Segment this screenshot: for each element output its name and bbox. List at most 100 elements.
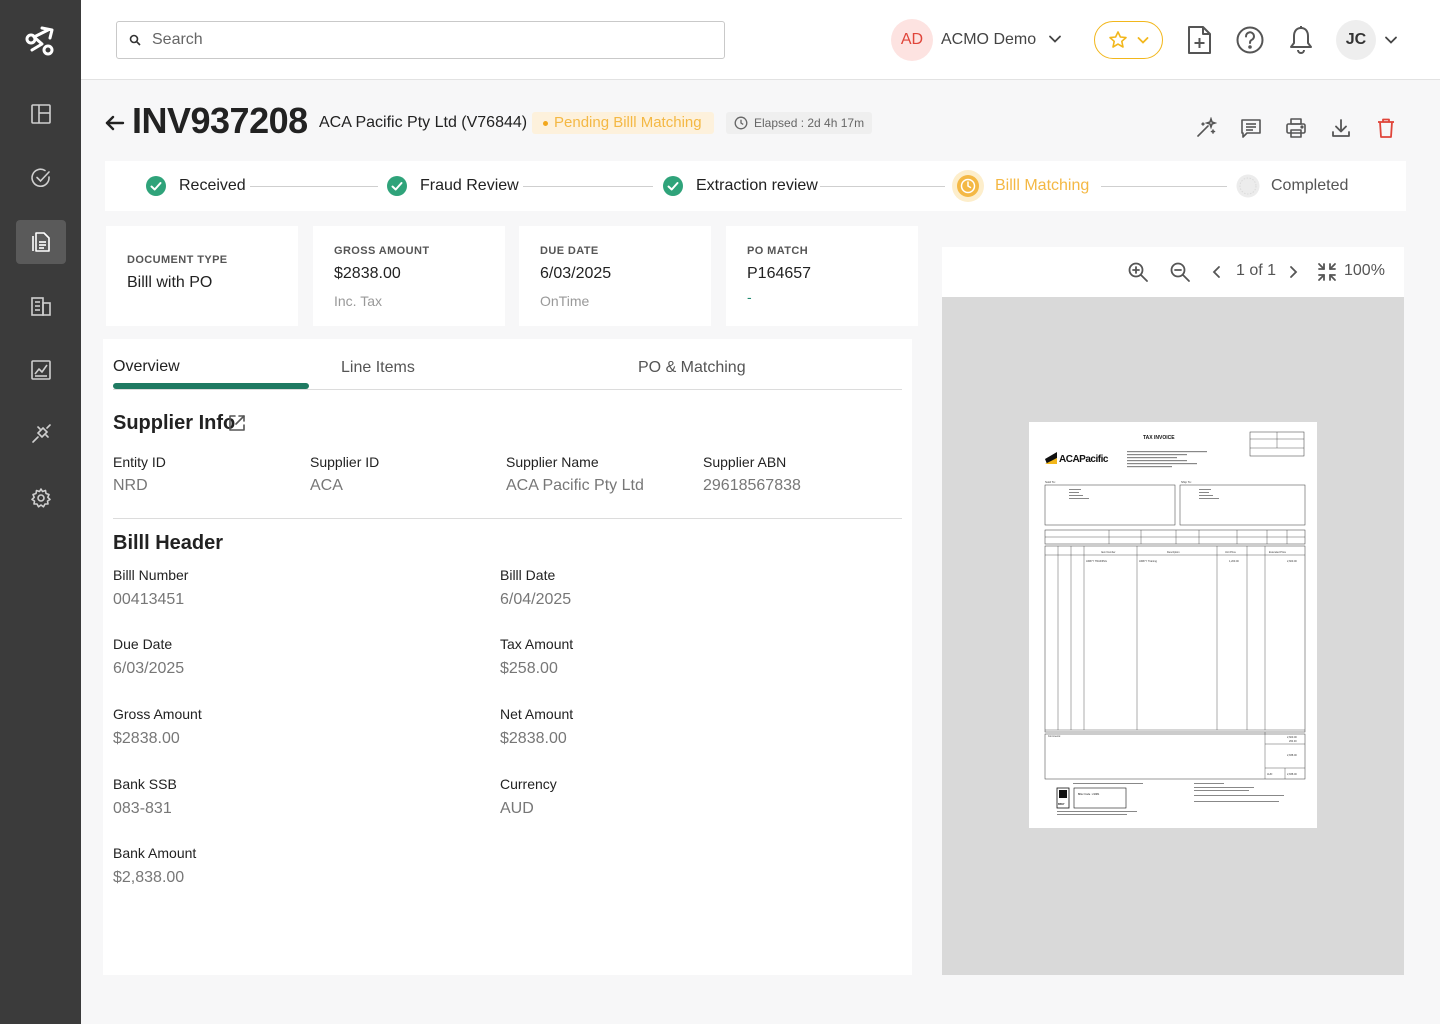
doc-ship-to: Ship To:: [1181, 480, 1192, 484]
invoice-preview-image: TAX INVOICE ACAPacific Sold To: Ship To:: [1044, 431, 1306, 815]
step-fraud-review: Fraud Review: [387, 161, 519, 211]
card-label: Due date: [540, 245, 599, 257]
summary-card-po-match: PO Match P164657 -: [726, 226, 918, 326]
supplier-info-title: Supplier Info: [113, 412, 236, 434]
sidebar-item-tasks[interactable]: [16, 156, 66, 200]
field-value: $258.00: [500, 660, 558, 677]
step-received: Received: [146, 161, 246, 211]
step-bill-matching: Billl Matching: [951, 161, 1089, 211]
card-subtext: Inc. Tax: [334, 293, 382, 309]
step-connector: [523, 186, 653, 187]
elapsed-badge: Elapsed : 2d 4h 17m: [726, 112, 873, 134]
field-label: Currency: [500, 776, 557, 792]
invoice-preview-page[interactable]: TAX INVOICE ACAPacific Sold To: Ship To:: [1029, 422, 1317, 828]
field-value: $2838.00: [500, 730, 567, 747]
organizations-icon: [31, 297, 51, 316]
print-icon[interactable]: [1285, 117, 1307, 139]
field-label: Supplier ID: [310, 454, 380, 470]
document-viewer: 1 of 1 100% TAX INVOICE ACAPacific Sold …: [942, 247, 1404, 975]
doc-col-ext: Extended Price: [1269, 551, 1287, 554]
field-label: Entity ID: [113, 454, 166, 470]
delete-icon[interactable]: [1375, 117, 1397, 139]
sidebar-item-documents[interactable]: [16, 220, 66, 264]
user-avatar[interactable]: JC: [1336, 20, 1376, 60]
summary-card-document-type: Document type Billl with PO: [106, 226, 298, 326]
doc-currency: AUD: [1267, 773, 1272, 776]
doc-bpay: BPAY: [1058, 803, 1065, 806]
back-arrow-icon[interactable]: [104, 112, 126, 134]
download-icon[interactable]: [1330, 117, 1352, 139]
top-bar: AD ACMO Demo JC: [81, 0, 1440, 80]
reports-icon: [31, 360, 51, 380]
app-logo-icon[interactable]: [22, 22, 58, 58]
card-label: Document type: [127, 254, 228, 266]
tab-line-items[interactable]: Line Items: [341, 359, 415, 377]
sidebar-item-reports[interactable]: [16, 348, 66, 392]
field-value: ACA: [310, 477, 343, 494]
zoom-in-icon[interactable]: [1127, 261, 1149, 283]
chevron-down-icon[interactable]: [1383, 32, 1399, 48]
clock-icon: [734, 116, 748, 130]
documents-icon: [32, 232, 50, 252]
doc-total: 2,838.00: [1287, 754, 1297, 757]
star-icon: [1108, 31, 1127, 48]
check-circle-icon: [387, 176, 407, 196]
sidebar-item-integrations[interactable]: [16, 412, 66, 456]
search-box[interactable]: [116, 21, 725, 59]
section-divider: [113, 518, 902, 519]
card-subtext: -: [747, 289, 752, 305]
bill-header-title: Billl Header: [113, 532, 224, 554]
field-value: AUD: [500, 800, 534, 817]
new-document-icon[interactable]: [1183, 24, 1215, 56]
elapsed-text: Elapsed : 2d 4h 17m: [754, 116, 865, 130]
step-connector: [820, 186, 945, 187]
org-name[interactable]: ACMO Demo: [941, 31, 1036, 49]
search-input[interactable]: [152, 31, 724, 49]
tabs-divider: [113, 389, 902, 390]
supplier-subtitle: ACA Pacific Pty Ltd (V76844): [319, 114, 528, 131]
tab-po-matching[interactable]: PO & Matching: [638, 359, 746, 377]
chevron-down-icon: [1137, 37, 1148, 44]
sidebar-item-organizations[interactable]: [16, 284, 66, 328]
doc-col-unit: Unit Price: [1225, 551, 1236, 554]
ai-sparkle-icon[interactable]: [1195, 117, 1217, 139]
doc-subtotal: 2,600.00: [1287, 736, 1297, 739]
field-label: Due Date: [113, 636, 173, 652]
notification-bell-icon[interactable]: [1285, 24, 1317, 56]
comment-icon[interactable]: [1240, 117, 1262, 139]
favorite-button[interactable]: [1094, 21, 1163, 59]
check-circle-icon: [663, 176, 683, 196]
chevron-right-icon[interactable]: [1284, 261, 1302, 283]
step-label: Completed: [1271, 177, 1349, 194]
step-connector: [250, 186, 378, 187]
sidebar-item-dashboard[interactable]: [16, 92, 66, 136]
sidebar-item-settings[interactable]: [16, 476, 66, 520]
step-connector: [1101, 186, 1227, 187]
field-value: 00413451: [113, 591, 185, 608]
details-panel: Overview Line Items PO & Matching Suppli…: [103, 339, 912, 975]
doc-row-ext: 2,600.00: [1287, 560, 1297, 563]
chevron-down-icon[interactable]: [1047, 31, 1063, 47]
doc-total-due: 2,838.00: [1287, 773, 1297, 776]
card-value: Billl with PO: [127, 274, 213, 291]
fit-screen-icon[interactable]: [1316, 261, 1338, 283]
chevron-left-icon[interactable]: [1208, 261, 1226, 283]
help-icon[interactable]: [1234, 24, 1266, 56]
doc-sold-to: Sold To:: [1045, 480, 1056, 484]
card-label: PO Match: [747, 245, 809, 257]
step-label: Fraud Review: [420, 177, 519, 194]
workflow-stepper: Received Fraud Review Extraction review …: [105, 161, 1406, 211]
page-title: INV937208: [132, 100, 308, 141]
zoom-out-icon[interactable]: [1169, 261, 1191, 283]
field-label: Bank Amount: [113, 845, 197, 861]
viewer-toolbar: 1 of 1 100%: [942, 247, 1404, 297]
settings-icon: [31, 488, 51, 508]
tab-overview[interactable]: Overview: [113, 358, 180, 376]
step-label: Extraction review: [696, 177, 818, 194]
org-avatar[interactable]: AD: [891, 19, 933, 61]
field-label: Net Amount: [500, 706, 574, 722]
external-link-icon[interactable]: [227, 413, 247, 433]
status-badge: Pending Billl Matching: [532, 112, 714, 134]
field-value: $2,838.00: [113, 869, 185, 886]
summary-card-gross-amount: Gross amount $2838.00 Inc. Tax: [313, 226, 505, 326]
